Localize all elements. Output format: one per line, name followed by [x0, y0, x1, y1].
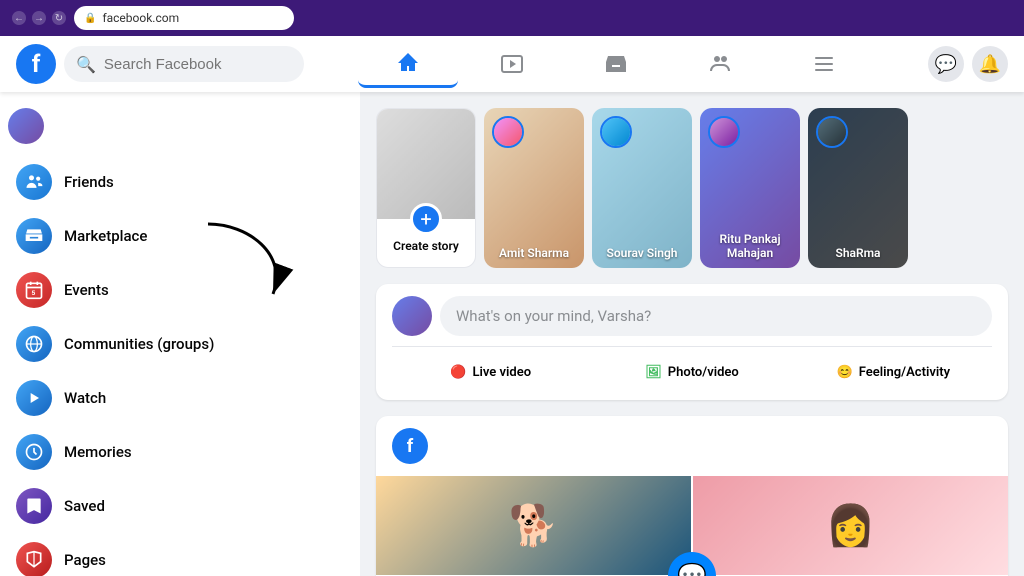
browser-chrome: ← → ↻ 🔒 facebook.com	[0, 0, 1024, 36]
nav-marketplace[interactable]	[566, 40, 666, 88]
main-nav	[304, 40, 928, 88]
photo-video-label: Photo/video	[668, 365, 739, 380]
sidebar-item-memories[interactable]: Memories	[8, 426, 352, 478]
forward-button[interactable]: →	[32, 11, 46, 25]
live-icon: 🔴	[450, 365, 466, 380]
rooms-facebook-logo: f	[392, 428, 428, 464]
messenger-button[interactable]: 💬	[928, 46, 964, 82]
nav-menu[interactable]	[774, 40, 874, 88]
post-box: What's on your mind, Varsha? 🔴 Live vide…	[376, 284, 1008, 400]
communities-label: Communities (groups)	[64, 335, 214, 353]
main-layout: Friends Marketplace 5 Events	[0, 92, 1024, 576]
sidebar-item-pages[interactable]: Pages	[8, 534, 352, 576]
rooms-image-2: 👩	[693, 476, 1008, 575]
memories-icon	[16, 434, 52, 470]
watch-label: Watch	[64, 389, 106, 407]
search-box[interactable]: 🔍	[64, 46, 304, 82]
post-input-row: What's on your mind, Varsha?	[392, 296, 992, 336]
saved-icon	[16, 488, 52, 524]
story-avatar-ritu	[708, 116, 740, 148]
rooms-image-grid: 🐕 👩 👨‍🚀 👨‍🍳 💬	[376, 476, 1008, 576]
events-icon: 5	[16, 272, 52, 308]
story-image-area: +	[377, 109, 475, 219]
refresh-button[interactable]: ↻	[52, 11, 66, 25]
facebook-logo[interactable]: f	[16, 44, 56, 84]
create-story-plus: +	[410, 203, 442, 235]
watch-icon	[500, 52, 524, 76]
communities-icon	[16, 326, 52, 362]
story-avatar-sharma	[816, 116, 848, 148]
url-text: facebook.com	[102, 11, 179, 25]
marketplace-icon-sidebar	[16, 218, 52, 254]
feeling-icon: 😊	[837, 365, 853, 380]
sidebar-item-events[interactable]: 5 Events	[8, 264, 352, 316]
pages-icon	[16, 542, 52, 576]
photo-icon: 🖼	[645, 365, 662, 380]
story-name-sharma: ShaRma	[808, 246, 908, 260]
story-card-sourav[interactable]: Sourav Singh	[592, 108, 692, 268]
content-area: + Create story Amit Sharma Sourav Singh …	[360, 92, 1024, 576]
live-video-button[interactable]: 🔴 Live video	[392, 357, 589, 388]
sidebar: Friends Marketplace 5 Events	[0, 92, 360, 576]
post-user-avatar	[392, 296, 432, 336]
post-placeholder: What's on your mind, Varsha?	[456, 307, 651, 325]
story-avatar-sourav	[600, 116, 632, 148]
sidebar-item-saved[interactable]: Saved	[8, 480, 352, 532]
address-bar[interactable]: 🔒 facebook.com	[74, 6, 294, 30]
search-icon: 🔍	[76, 55, 96, 74]
story-card-sharma[interactable]: ShaRma	[808, 108, 908, 268]
home-icon	[396, 51, 420, 75]
rooms-header: f	[376, 416, 1008, 476]
notifications-button[interactable]: 🔔	[972, 46, 1008, 82]
facebook-header: f 🔍 💬 🔔	[0, 36, 1024, 92]
rooms-image-1: 🐕	[376, 476, 691, 575]
friends-icon	[16, 164, 52, 200]
story-card-amit[interactable]: Amit Sharma	[484, 108, 584, 268]
events-label: Events	[64, 281, 109, 299]
post-input-field[interactable]: What's on your mind, Varsha?	[440, 296, 992, 336]
marketplace-label: Marketplace	[64, 227, 147, 245]
friends-label: Friends	[64, 173, 114, 191]
nav-groups[interactable]	[670, 40, 770, 88]
sidebar-item-marketplace[interactable]: Marketplace	[8, 210, 352, 262]
pages-label: Pages	[64, 551, 106, 569]
memories-label: Memories	[64, 443, 132, 461]
back-button[interactable]: ←	[12, 11, 26, 25]
menu-icon	[812, 52, 836, 76]
groups-icon	[708, 52, 732, 76]
search-input[interactable]	[104, 56, 292, 73]
nav-watch[interactable]	[462, 40, 562, 88]
feeling-label: Feeling/Activity	[859, 365, 950, 380]
story-card-ritu[interactable]: Ritu Pankaj Mahajan	[700, 108, 800, 268]
sidebar-item-communities[interactable]: Communities (groups)	[8, 318, 352, 370]
stories-row: + Create story Amit Sharma Sourav Singh …	[376, 108, 1008, 268]
saved-label: Saved	[64, 497, 105, 515]
sidebar-item-watch[interactable]: Watch	[8, 372, 352, 424]
story-name-amit: Amit Sharma	[484, 246, 584, 260]
lock-icon: 🔒	[84, 13, 96, 24]
photo-video-button[interactable]: 🖼 Photo/video	[593, 357, 790, 388]
story-name-ritu: Ritu Pankaj Mahajan	[700, 232, 800, 260]
marketplace-icon	[604, 52, 628, 76]
svg-text:5: 5	[32, 289, 36, 297]
sidebar-item-friends[interactable]: Friends	[8, 156, 352, 208]
nav-home[interactable]	[358, 40, 458, 88]
header-actions: 💬 🔔	[928, 46, 1008, 82]
live-video-label: Live video	[472, 365, 531, 380]
create-story-card[interactable]: + Create story	[376, 108, 476, 268]
messenger-rooms-card: f 🐕 👩 👨‍🚀 👨‍🍳 💬 S	[376, 416, 1008, 576]
browser-nav-buttons: ← → ↻	[12, 11, 66, 25]
post-actions-row: 🔴 Live video 🖼 Photo/video 😊 Feeling/Act…	[392, 346, 992, 388]
story-avatar-amit	[492, 116, 524, 148]
messenger-icon: 💬	[677, 562, 707, 576]
avatar	[8, 108, 44, 144]
sidebar-user[interactable]	[0, 100, 360, 152]
story-name-sourav: Sourav Singh	[592, 246, 692, 260]
feeling-button[interactable]: 😊 Feeling/Activity	[795, 357, 992, 388]
watch-icon-sidebar	[16, 380, 52, 416]
